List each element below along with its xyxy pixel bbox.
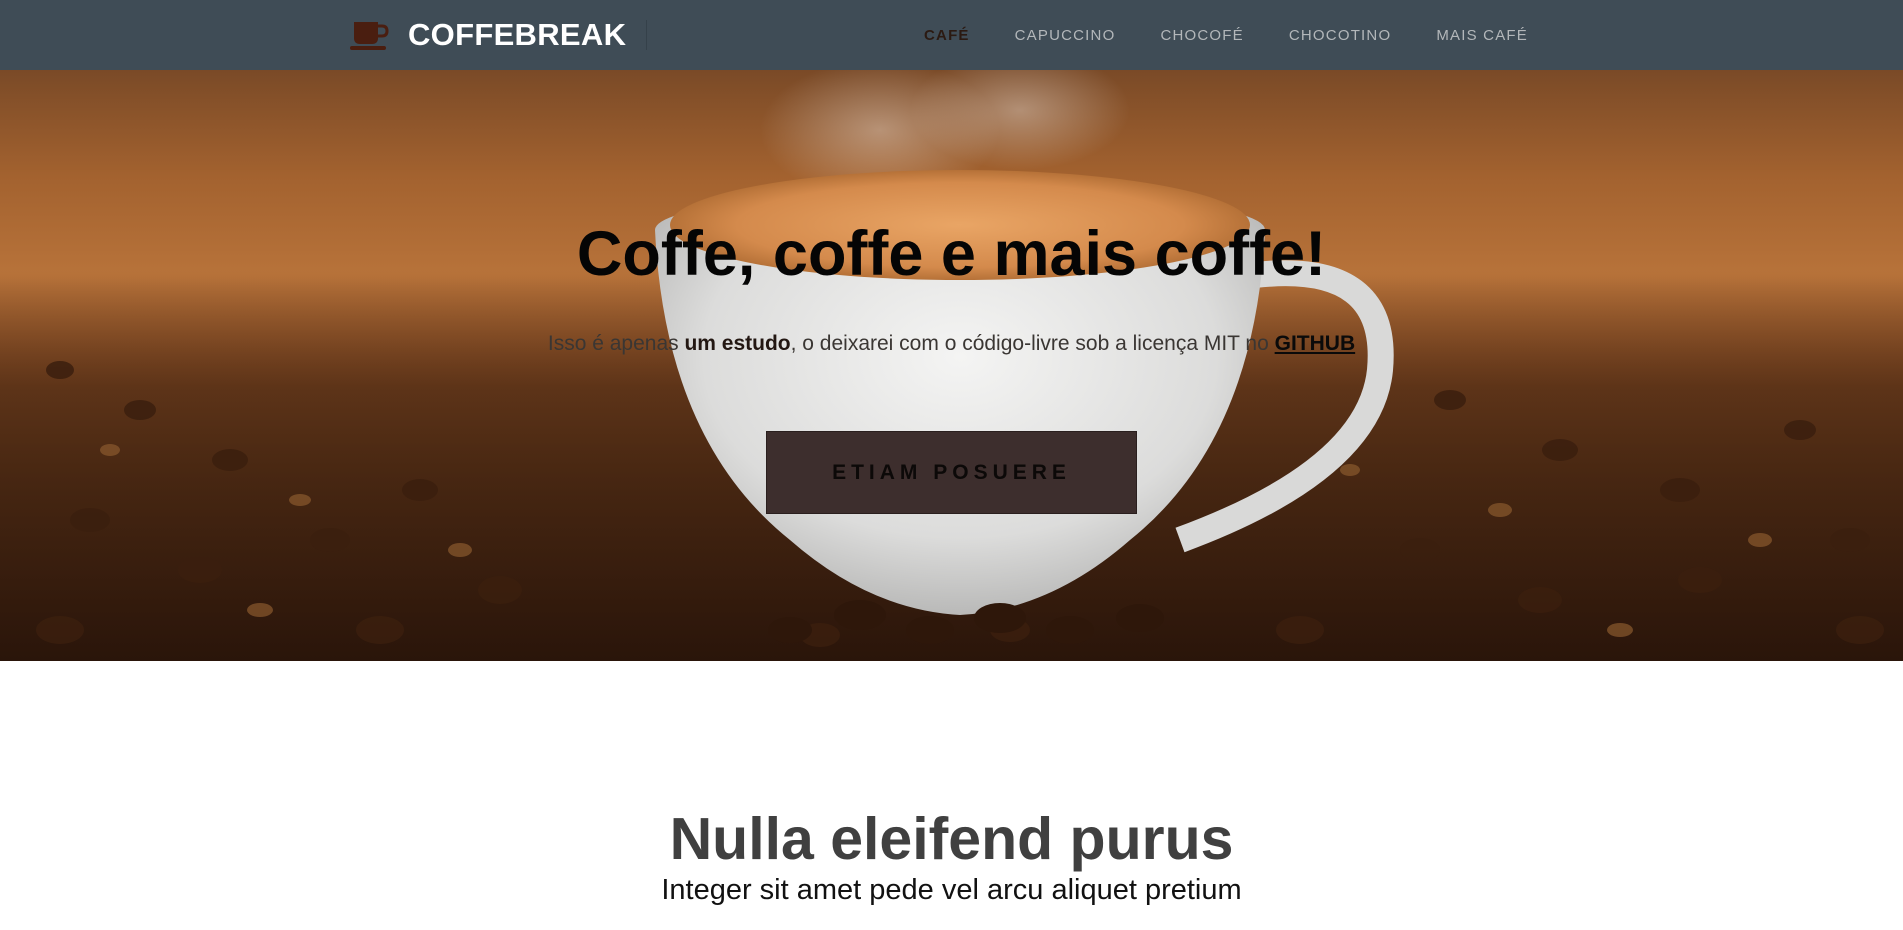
hero-title: Coffe, coffe e mais coffe! xyxy=(576,219,1327,289)
nav-item-capuccino[interactable]: CAPUCCINO xyxy=(1015,27,1116,44)
section-subtitle: Integer sit amet pede vel arcu aliquet p… xyxy=(661,874,1242,906)
section-title: Nulla eleifend purus xyxy=(669,806,1234,872)
nav-item-chocofe[interactable]: CHOCOFÉ xyxy=(1160,27,1243,44)
hero-section: Coffe, coffe e mais coffe! Isso é apenas… xyxy=(0,70,1903,661)
coffee-cup-icon xyxy=(350,22,389,50)
etiam-posuere-button[interactable]: ETIAM POSUERE xyxy=(766,431,1137,514)
brand-divider xyxy=(646,20,647,50)
hero-background-image xyxy=(0,70,1903,661)
navbar: COFFEBREAK CAFÉ CAPUCCINO CHOCOFÉ CHOCOT… xyxy=(0,0,1903,70)
hero-subtitle: Isso é apenas um estudo, o deixarei com … xyxy=(0,332,1903,356)
hero-subtitle-text-mid: , o deixarei com o código-livre sob a li… xyxy=(790,332,1275,355)
nav-item-chocotino[interactable]: CHOCOTINO xyxy=(1289,27,1391,44)
hero-subtitle-text: Isso é apenas xyxy=(547,332,685,355)
nav-menu: CAFÉ CAPUCCINO CHOCOFÉ CHOCOTINO MAIS CA… xyxy=(924,0,1573,70)
nav-item-mais-cafe[interactable]: MAIS CAFÉ xyxy=(1436,27,1528,44)
brand[interactable]: COFFEBREAK xyxy=(350,0,626,70)
nav-item-cafe[interactable]: CAFÉ xyxy=(924,27,970,44)
brand-name: COFFEBREAK xyxy=(408,17,627,52)
github-link[interactable]: GITHUB xyxy=(1275,332,1356,355)
hero-subtitle-bold: um estudo xyxy=(684,332,791,355)
